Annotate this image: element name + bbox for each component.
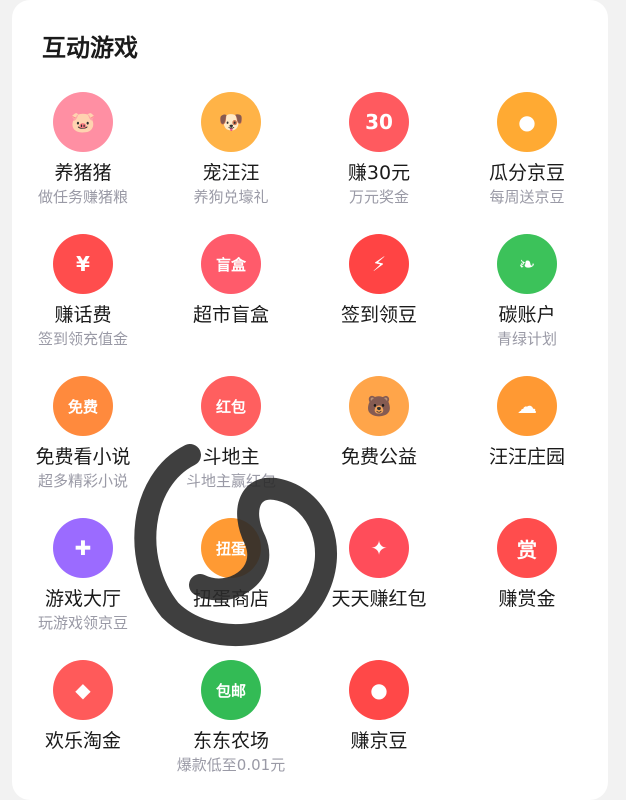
game-label: 碳账户: [498, 304, 556, 326]
game-label: 养猪猪: [54, 162, 112, 184]
game-label: 签到领豆: [340, 304, 417, 326]
game-tile[interactable]: 红包 斗地主 斗地主赢红包: [160, 376, 302, 514]
game-subtitle: 青绿计划: [496, 330, 557, 348]
pig-icon: 🐷: [53, 92, 113, 152]
game-label: 欢乐淘金: [44, 730, 121, 752]
game-label: 免费看小说: [35, 446, 131, 468]
gamepad-icon: ✚: [53, 518, 113, 578]
game-label: 赚京豆: [350, 730, 408, 752]
game-label: 超市盲盒: [192, 304, 269, 326]
interactive-games-card: 互动游戏 🐷 养猪猪 做任务赚猪粮 🐶 宠汪汪 养狗兑壕礼 30 赚30元 万元…: [12, 0, 608, 800]
game-tile[interactable]: 🐻 免费公益: [308, 376, 450, 514]
game-label: 赚赏金: [498, 588, 556, 610]
spin-wheel-icon: ✦: [349, 518, 409, 578]
game-subtitle: 做任务赚猪粮: [37, 188, 128, 206]
game-tile[interactable]: 赏 赚赏金: [456, 518, 598, 656]
bear-icon: 🐻: [349, 376, 409, 436]
game-subtitle: 万元奖金: [348, 188, 409, 206]
game-subtitle: 爆款低至0.01元: [176, 756, 286, 774]
dog-icon: 🐶: [201, 92, 261, 152]
game-tile[interactable]: ❧ 碳账户 青绿计划: [456, 234, 598, 372]
game-label: 瓜分京豆: [488, 162, 565, 184]
game-label: 赚30元: [347, 162, 411, 184]
game-tile[interactable]: ⚡ 签到领豆: [308, 234, 450, 372]
leaf-icon: ❧: [497, 234, 557, 294]
game-subtitle: 斗地主赢红包: [185, 472, 276, 490]
game-tile[interactable]: 包邮 东东农场 爆款低至0.01元: [160, 660, 302, 798]
reward-icon: 赏: [497, 518, 557, 578]
game-tile[interactable]: ✦ 天天赚红包: [308, 518, 450, 656]
game-subtitle: 玩游戏领京豆: [37, 614, 128, 632]
game-label: 斗地主: [202, 446, 260, 468]
game-tile[interactable]: ◆ 欢乐淘金: [12, 660, 154, 798]
game-tile[interactable]: ● 瓜分京豆 每周送京豆: [456, 92, 598, 230]
game-subtitle: 超多精彩小说: [37, 472, 128, 490]
game-subtitle: 每周送京豆: [489, 188, 565, 206]
game-label: 东东农场: [192, 730, 269, 752]
game-tile[interactable]: 盲盒 超市盲盒: [160, 234, 302, 372]
game-subtitle: 养狗兑壕礼: [193, 188, 269, 206]
calendar-30-icon: 30: [349, 92, 409, 152]
game-tile[interactable]: ☁ 汪汪庄园: [456, 376, 598, 514]
manor-icon: ☁: [497, 376, 557, 436]
red-bag-icon: ●: [349, 660, 409, 720]
game-label: 赚话费: [54, 304, 112, 326]
games-grid: 🐷 养猪猪 做任务赚猪粮 🐶 宠汪汪 养狗兑壕礼 30 赚30元 万元奖金 ● …: [12, 0, 608, 800]
tree-icon: 包邮: [201, 660, 261, 720]
game-label: 游戏大厅: [44, 588, 121, 610]
game-subtitle: 签到领充值金: [37, 330, 128, 348]
game-tile[interactable]: 免费 免费看小说 超多精彩小说: [12, 376, 154, 514]
alarm-clock-icon: ⚡: [349, 234, 409, 294]
game-label: 汪汪庄园: [488, 446, 565, 468]
game-label: 扭蛋商店: [192, 588, 269, 610]
game-label: 宠汪汪: [202, 162, 260, 184]
game-tile[interactable]: 30 赚30元 万元奖金: [308, 92, 450, 230]
money-bag-icon: ◆: [53, 660, 113, 720]
game-label: 免费公益: [340, 446, 417, 468]
beans-icon: ●: [497, 92, 557, 152]
game-tile[interactable]: 🐷 养猪猪 做任务赚猪粮: [12, 92, 154, 230]
game-tile[interactable]: 🐶 宠汪汪 养狗兑壕礼: [160, 92, 302, 230]
game-tile[interactable]: 扭蛋 扭蛋商店: [160, 518, 302, 656]
cards-icon: 红包: [201, 376, 261, 436]
blind-box-icon: 盲盒: [201, 234, 261, 294]
phone-bill-icon: ¥: [53, 234, 113, 294]
game-label: 天天赚红包: [331, 588, 427, 610]
game-tile[interactable]: ✚ 游戏大厅 玩游戏领京豆: [12, 518, 154, 656]
capsule-icon: 扭蛋: [201, 518, 261, 578]
game-tile[interactable]: ¥ 赚话费 签到领充值金: [12, 234, 154, 372]
game-tile[interactable]: ● 赚京豆: [308, 660, 450, 798]
novel-book-icon: 免费: [53, 376, 113, 436]
